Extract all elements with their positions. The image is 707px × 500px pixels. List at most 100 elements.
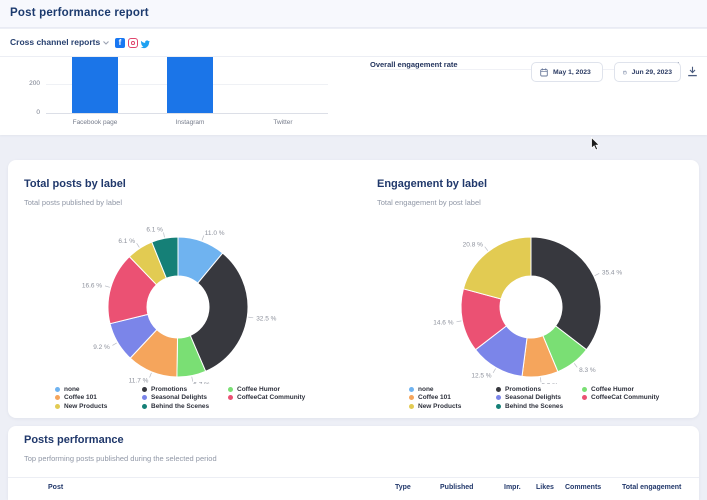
table-header-post: Post — [48, 484, 63, 491]
legend-column: noneCoffee 101 New Products — [55, 385, 142, 411]
donut-value-label: 11.7 % — [129, 377, 149, 384]
table-header-type: Type — [395, 484, 411, 491]
legend-dot — [409, 395, 414, 400]
x-axis-label: Facebook page — [60, 119, 130, 126]
mouse-cursor — [591, 137, 600, 151]
twitter-icon[interactable] — [140, 39, 150, 49]
legend-label: Seasonal Delights — [151, 394, 207, 401]
donut-label-leader — [456, 321, 461, 322]
donut-label-leader — [574, 363, 577, 367]
legend-column: noneCoffee 101 New Products — [409, 385, 496, 411]
table-header-total-engagement: Total engagement — [622, 484, 681, 491]
y-axis-tick: 200 — [18, 80, 40, 87]
legend-column: Coffee HumorCoffeeCat Community — [582, 385, 659, 411]
legend-item-promotions[interactable]: Promotions — [142, 385, 228, 394]
table-header-published: Published — [440, 484, 473, 491]
legend-item-coffee-humor[interactable]: Coffee Humor — [582, 385, 659, 394]
table-header-likes: Likes — [536, 484, 554, 491]
legend-item-behind-the-scenes[interactable]: Behind the Scenes — [496, 402, 582, 411]
legend-item-coffee-101[interactable]: Coffee 101 — [409, 394, 496, 403]
legend-label: New Products — [418, 403, 461, 410]
legend-item-new-products[interactable]: New Products — [55, 402, 142, 411]
legend-dot — [228, 387, 233, 392]
date-from-value: May 1, 2023 — [553, 69, 591, 76]
legend-column: PromotionsSeasonal Delights Behind the Sc… — [496, 385, 582, 411]
legend-item-seasonal-delights[interactable]: Seasonal Delights — [142, 394, 228, 403]
date-from-picker[interactable]: May 1, 2023 — [531, 62, 603, 82]
legend-dot — [409, 387, 414, 392]
date-to-value: Jun 29, 2023 — [632, 69, 672, 76]
gridline-0 — [46, 113, 328, 114]
bar-facebook-page[interactable] — [72, 57, 118, 113]
legend-item-new-products[interactable]: New Products — [409, 402, 496, 411]
legend-dot — [582, 387, 587, 392]
date-to-picker[interactable]: Jun 29, 2023 — [614, 62, 681, 82]
chevron-down-icon[interactable] — [103, 41, 109, 45]
engagement-by-label-legend: noneCoffee 101 New Products PromotionsSeas… — [409, 385, 659, 411]
donut-value-label: 6.7 % — [193, 382, 210, 384]
total-posts-by-label-subtitle: Total posts published by label — [24, 198, 122, 207]
donut-value-label: 32.5 % — [256, 315, 276, 322]
page-title: Post performance report — [10, 7, 149, 19]
legend-item-none[interactable]: none — [55, 385, 142, 394]
donut-label-leader — [493, 369, 495, 373]
facebook-icon[interactable]: f — [115, 38, 125, 48]
legend-label: none — [418, 386, 434, 393]
donut-value-label: 6.1 % — [146, 227, 163, 234]
legend-item-coffeecat-community[interactable]: CoffeeCat Community — [228, 394, 305, 403]
legend-label: Promotions — [151, 386, 187, 393]
donut-slice-promotions[interactable] — [531, 237, 601, 350]
legend-label: CoffeeCat Community — [591, 394, 659, 401]
legend-column: Coffee HumorCoffeeCat Community — [228, 385, 305, 411]
legend-dot — [496, 395, 501, 400]
app-header: Post performance report — [0, 0, 707, 28]
donut-value-label: 20.8 % — [463, 242, 483, 249]
legend-label: Coffee 101 — [64, 394, 97, 401]
donut-value-label: 35.4 % — [602, 269, 622, 276]
legend-label: Coffee Humor — [591, 386, 634, 393]
legend-dot — [409, 404, 414, 409]
legend-dot — [55, 387, 60, 392]
donut-label-leader — [137, 243, 140, 247]
donut-value-label: 11.0 % — [205, 230, 225, 237]
download-icon[interactable] — [687, 66, 698, 77]
label-charts-card: Total posts by label Total posts publish… — [8, 160, 699, 418]
posts-by-label-legend: noneCoffee 101 New Products PromotionsSeas… — [55, 385, 305, 411]
legend-label: Seasonal Delights — [505, 394, 561, 401]
instagram-icon[interactable] — [128, 38, 138, 48]
calendar-icon — [623, 68, 627, 77]
table-divider — [8, 477, 699, 478]
legend-item-coffee-101[interactable]: Coffee 101 — [55, 394, 142, 403]
posts-per-channel-bar-chart: 0200Facebook pageInstagramTwitter — [0, 57, 345, 135]
donut-label-leader — [248, 317, 253, 318]
donut-value-label: 8.3 % — [579, 367, 596, 374]
posts-performance-title: Posts performance — [24, 434, 124, 446]
donut-label-leader — [150, 373, 152, 378]
legend-label: Coffee Humor — [237, 386, 280, 393]
engagement-by-label-donut: 35.4 %8.3 %8.3 %12.5 %14.6 %20.8 % — [361, 224, 701, 384]
legend-label: Behind the Scenes — [505, 403, 563, 410]
bar-instagram[interactable] — [167, 57, 213, 113]
legend-label: Coffee 101 — [418, 394, 451, 401]
report-type-selector[interactable]: Cross channel reports — [10, 37, 100, 47]
legend-item-coffee-humor[interactable]: Coffee Humor — [228, 385, 305, 394]
legend-item-promotions[interactable]: Promotions — [496, 385, 582, 394]
donut-value-label: 6.1 % — [118, 238, 135, 245]
legend-dot — [142, 404, 147, 409]
report-toolbar: Cross channel reports f May 1, 2023 Jun … — [0, 29, 707, 57]
legend-dot — [496, 387, 501, 392]
legend-column: PromotionsSeasonal DelightsBehind the Sc… — [142, 385, 228, 411]
donut-label-leader — [485, 247, 488, 251]
legend-item-coffeecat-community[interactable]: CoffeeCat Community — [582, 394, 659, 403]
donut-label-leader — [105, 286, 110, 287]
x-axis-label: Twitter — [248, 119, 318, 126]
donut-value-label: 16.6 % — [82, 282, 102, 289]
legend-dot — [142, 387, 147, 392]
donut-value-label: 14.6 % — [433, 320, 453, 327]
donut-label-leader — [202, 236, 204, 241]
legend-item-behind-the-scenes[interactable]: Behind the Scenes — [142, 402, 228, 411]
legend-label: New Products — [64, 403, 107, 410]
legend-item-seasonal-delights[interactable]: Seasonal Delights — [496, 394, 582, 403]
calendar-icon — [540, 68, 548, 77]
legend-item-none[interactable]: none — [409, 385, 496, 394]
